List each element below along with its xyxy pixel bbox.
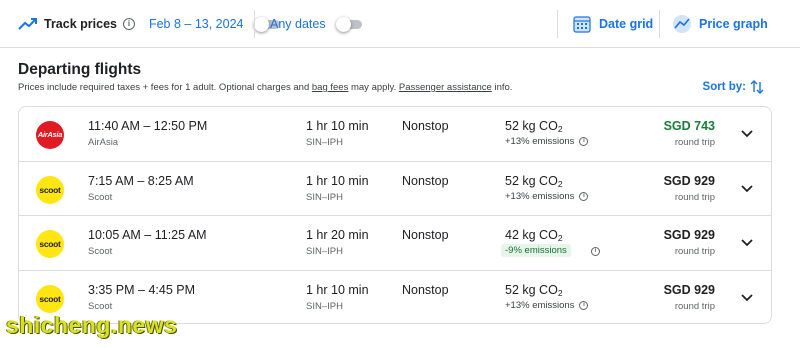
info-icon[interactable]: i [122,18,135,30]
page-title: Departing flights [18,61,142,78]
any-dates-label: Any dates [270,17,326,31]
divider [557,10,558,38]
flight-route: SIN–IPH [306,137,343,148]
flight-duration: 1 hr 20 min [306,228,369,242]
flight-duration: 1 hr 10 min [306,173,369,188]
date-grid-label: Date grid [599,17,654,31]
co2-value: 42 kg CO [505,228,558,242]
flight-list: AirAsia 11:40 AM – 12:50 PM AirAsia 1 hr… [18,106,772,324]
emissions-comparison: -9% emissions [501,244,571,257]
flight-stops: Nonstop [402,173,449,188]
flight-price: SGD 929 [663,173,715,188]
info-icon[interactable]: i [579,300,589,310]
flight-duration: 1 hr 10 min [306,119,369,133]
info-icon[interactable]: i [579,137,589,146]
date-range: Feb 8 – 13, 2024 [148,17,244,31]
co2-emissions: 42 kg CO2 [505,228,563,243]
airline-name: Scoot [88,300,113,312]
chevron-down-icon[interactable] [739,235,755,251]
co2-subscript: 2 [557,124,563,134]
flight-row[interactable]: AirAsia 11:40 AM – 12:50 PM AirAsia 1 hr… [19,107,771,162]
any-dates-toggle[interactable] [335,17,362,32]
flight-route: SIN–IPH [306,246,343,257]
flight-times: 7:15 AM – 8:25 AM [88,173,194,188]
track-prices-control: Track prices i Feb 8 – 13, 2024 [18,0,280,48]
bag-fees-link[interactable]: bag fees [312,82,348,93]
airline-logo: scoot [36,230,64,258]
chevron-down-icon[interactable] [739,181,755,197]
divider [659,10,660,38]
disclaimer-text: info. [491,82,513,93]
trip-type: round trip [674,300,715,312]
flight-price: SGD 929 [663,282,715,297]
co2-value: 52 kg CO [505,173,558,188]
airline-logo: scoot [36,284,64,313]
flight-route: SIN–IPH [306,300,343,312]
flight-times: 10:05 AM – 11:25 AM [88,228,207,242]
emissions-text: +13% emissions [505,299,575,311]
flight-price: SGD 929 [663,228,715,242]
airline-name: Scoot [88,191,113,203]
disclaimer-text: may apply. [348,82,399,93]
flight-duration: 1 hr 10 min [306,282,369,297]
flight-price: SGD 743 [663,119,715,133]
watermark: shicheng.news [6,312,178,338]
flight-route: SIN–IPH [306,191,343,203]
flight-stops: Nonstop [402,228,449,242]
airline-logo: scoot [36,175,64,204]
divider [254,10,255,38]
emissions-comparison: +13% emissions i [505,299,589,311]
airline-logo: AirAsia [36,121,64,149]
toggle-knob [253,17,269,32]
sort-by-label: Sort by: [702,81,746,93]
emissions-text: +13% emissions [505,190,575,202]
price-graph-button[interactable]: Price graph [672,0,768,48]
any-dates-control: Any dates [270,0,362,48]
info-icon[interactable]: i [579,191,589,201]
airline-name: AirAsia [88,137,119,148]
calendar-grid-icon [573,16,591,33]
emissions-comparison: +13% emissions i [505,136,589,147]
sort-by-button[interactable]: Sort by: [703,80,764,94]
co2-subscript: 2 [557,178,563,189]
price-disclaimer: Prices include required taxes + fees for… [18,82,512,93]
trip-type: round trip [674,191,715,203]
disclaimer-text: Prices include required taxes + fees for… [18,82,312,93]
co2-subscript: 2 [557,287,563,298]
line-graph-icon [673,15,691,33]
chevron-down-icon[interactable] [739,290,755,306]
co2-emissions: 52 kg CO2 [505,119,563,134]
flight-stops: Nonstop [402,119,449,133]
emissions-text: -9% emissions [505,245,567,256]
sort-arrows-icon [750,80,764,94]
flight-times: 11:40 AM – 12:50 PM [88,119,208,133]
co2-emissions: 52 kg CO2 [505,174,563,189]
chevron-down-icon[interactable] [739,126,755,142]
emissions-comparison: +13% emissions i [505,190,589,202]
flight-row[interactable]: scoot 7:15 AM – 8:25 AM Scoot 1 hr 10 mi… [19,162,771,216]
flight-times: 3:35 PM – 4:45 PM [88,282,196,297]
co2-subscript: 2 [557,233,563,243]
track-prices-label: Track prices [44,17,117,31]
trending-up-icon [18,18,37,30]
info-icon[interactable]: i [591,247,600,256]
flight-stops: Nonstop [402,282,449,297]
passenger-assistance-link[interactable]: Passenger assistance [399,82,492,93]
trip-type: round trip [674,137,715,148]
flight-row[interactable]: scoot 10:05 AM – 11:25 AM Scoot 1 hr 20 … [19,216,771,271]
co2-value: 52 kg CO [505,119,558,133]
toolbar: Track prices i Feb 8 – 13, 2024 Any date… [0,0,800,48]
toggle-knob [335,17,351,32]
co2-emissions: 52 kg CO2 [505,283,563,298]
co2-value: 52 kg CO [505,282,558,297]
price-graph-label: Price graph [699,17,768,31]
emissions-text: +13% emissions [505,136,575,147]
airline-name: Scoot [88,246,113,257]
date-grid-button[interactable]: Date grid [572,0,653,48]
trip-type: round trip [674,246,715,257]
